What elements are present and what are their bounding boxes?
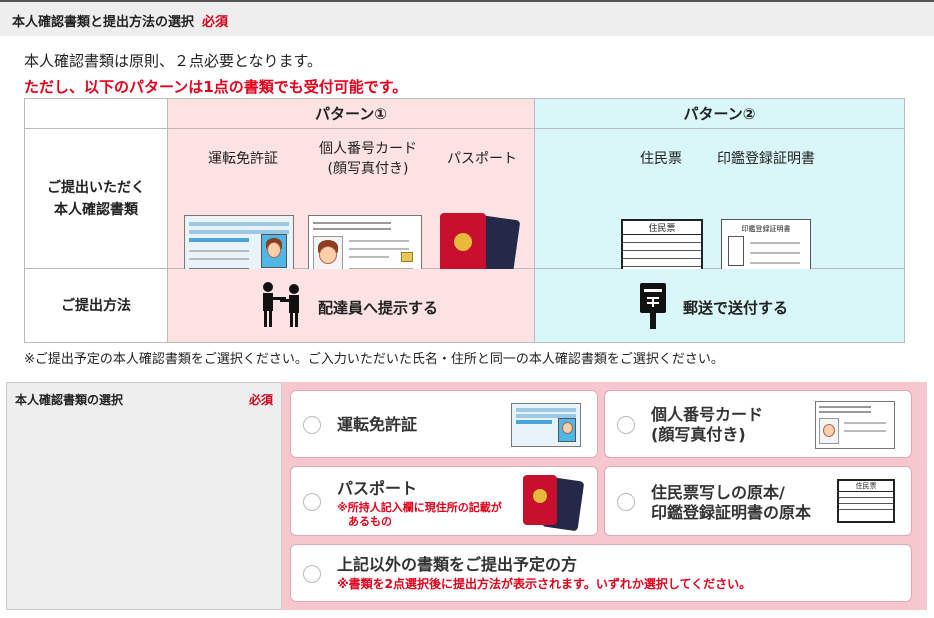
intro-note: ただし、以下のパターンは1点の書類でも受付可能です。 (24, 78, 408, 96)
required-badge: 必須 (202, 15, 229, 30)
option-other[interactable]: 上記以外の書類をご提出予定の方 ※書類を2点選択後に提出方法が表示されます。いず… (290, 544, 912, 602)
passport-thumb (523, 475, 557, 525)
form-title: 印鑑登録証明書 (741, 225, 791, 233)
row-docs-label: ご提出いただく 本人確認書類 (24, 128, 168, 269)
radio-icon[interactable] (303, 493, 321, 511)
selection-options: 運転免許証 個人番号カード (顔写真付き) パスポート ※所持人記入欄に現住所の… (282, 382, 927, 610)
option-label: 上記以外の書類をご提出予定の方 (337, 555, 578, 574)
selection-label-cell: 本人確認書類の選択 必須 (6, 382, 282, 610)
pattern1-docs: 運転免許証 個人番号カード (顔写真付き) パスポート (167, 128, 535, 287)
doc-label: パスポート (447, 151, 517, 167)
doc-inkan: 印鑑登録証明書 (711, 149, 821, 169)
option-license[interactable]: 運転免許証 (290, 390, 598, 458)
option-label: パスポート (337, 479, 418, 498)
pattern2-header: パターン② (534, 98, 905, 129)
doc-label: 個人番号カード (顔写真付き) (319, 141, 417, 177)
option-sub-note: ※書類を2点選択後に提出方法が表示されます。いずれか選択してください。 (337, 577, 752, 591)
doc-mynumber: 個人番号カード (顔写真付き) (306, 139, 430, 179)
option-label: 住民票写しの原本/ 印鑑登録証明書の原本 (651, 483, 812, 522)
pattern1-header: パターン① (167, 98, 535, 129)
doc-label: 運転免許証 (208, 151, 278, 167)
p2-method-text: 郵送で送付する (683, 299, 789, 317)
option-sub-note: ※所持人記入欄に現住所の記載が あるもの (337, 501, 502, 528)
option-label: 運転免許証 (337, 415, 418, 434)
doc-label: 印鑑登録証明書 (717, 151, 815, 167)
option-juminhyo[interactable]: 住民票写しの原本/ 印鑑登録証明書の原本 住民票 (604, 466, 912, 536)
pattern2-method: 郵送で送付する (534, 268, 905, 343)
pattern-table: パターン① パターン② ご提出いただく 本人確認書類 運転免許証 個人番号カード… (24, 98, 905, 343)
license-card-thumb (511, 403, 581, 447)
required-badge: 必須 (248, 393, 273, 407)
radio-icon[interactable] (303, 416, 321, 434)
selection-note: ※ご提出予定の本人確認書類をご選択ください。ご入力いただいた氏名・住所と同一の本… (24, 352, 724, 367)
intro-text: 本人確認書類は原則、２点必要となります。 (24, 52, 323, 70)
form-title: 住民票 (623, 221, 701, 235)
radio-icon[interactable] (303, 565, 321, 583)
radio-icon[interactable] (617, 416, 635, 434)
juminhyo-form-thumb: 住民票 (837, 479, 895, 523)
form-title: 住民票 (839, 481, 893, 492)
mailbox-icon (640, 283, 666, 329)
table-corner (24, 98, 168, 129)
section-title: 本人確認書類と提出方法の選択 (12, 15, 195, 30)
doc-passport: パスポート (442, 149, 522, 169)
doc-label: 住民票 (640, 151, 682, 167)
doc-license: 運転免許証 (198, 149, 288, 169)
doc-juminhyo: 住民票 (631, 149, 691, 169)
section-header: 本人確認書類と提出方法の選択 必須 (0, 0, 934, 36)
delivery-handover-icon (263, 282, 299, 327)
p1-method-text: 配達員へ提示する (318, 299, 439, 317)
option-mynumber[interactable]: 個人番号カード (顔写真付き) (604, 390, 912, 458)
selection-title: 本人確認書類の選択 (15, 393, 124, 407)
pattern2-docs: 住民票 住民票 印鑑登録証明書 印鑑登録証明書 (534, 128, 905, 283)
option-passport[interactable]: パスポート ※所持人記入欄に現住所の記載が あるもの (290, 466, 598, 536)
mynumber-card-thumb (815, 401, 895, 449)
radio-icon[interactable] (617, 493, 635, 511)
option-label: 個人番号カード (顔写真付き) (651, 405, 764, 444)
pattern1-method: 配達員へ提示する (167, 268, 535, 343)
row-method-label: ご提出方法 (24, 268, 168, 343)
